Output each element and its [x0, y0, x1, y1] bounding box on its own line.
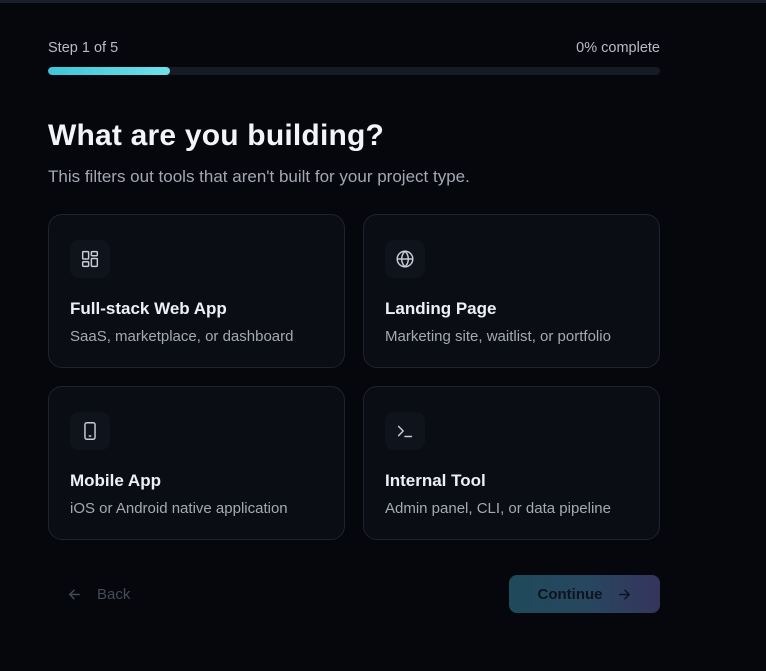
complete-label: 0% complete	[576, 40, 660, 56]
progress-bar	[48, 67, 660, 75]
option-card-full-stack-web-app[interactable]: Full-stack Web App SaaS, marketplace, or…	[48, 214, 345, 368]
back-button-label: Back	[97, 585, 131, 603]
arrow-left-icon	[69, 589, 80, 599]
grid-icon	[70, 240, 110, 278]
option-description: iOS or Android native application	[70, 500, 288, 517]
option-card-internal-tool[interactable]: Internal Tool Admin panel, CLI, or data …	[363, 386, 660, 540]
option-title: Mobile App	[70, 471, 161, 490]
progress-header: Step 1 of 5 0% complete	[48, 38, 660, 58]
page-title: What are you building?	[48, 119, 385, 152]
option-title: Landing Page	[385, 299, 497, 318]
arrow-right-icon	[618, 589, 630, 599]
option-title: Full-stack Web App	[70, 299, 227, 318]
project-type-grid: Full-stack Web App SaaS, marketplace, or…	[48, 214, 660, 540]
option-card-mobile-app[interactable]: Mobile App iOS or Android native applica…	[48, 386, 345, 540]
wizard-footer: Back Continue	[48, 575, 660, 613]
continue-button-label: Continue	[537, 585, 603, 603]
page-subtitle: This filters out tools that aren't built…	[48, 167, 470, 186]
top-divider	[0, 0, 766, 3]
step-label: Step 1 of 5	[48, 40, 119, 56]
wizard-container: Step 1 of 5 0% complete What are you bui…	[48, 38, 660, 613]
phone-icon	[70, 412, 110, 450]
option-description: Marketing site, waitlist, or portfolio	[385, 328, 611, 345]
progress-bar-fill	[48, 67, 171, 75]
option-title: Internal Tool	[385, 471, 486, 490]
option-description: SaaS, marketplace, or dashboard	[70, 328, 294, 345]
option-description: Admin panel, CLI, or data pipeline	[385, 500, 611, 517]
globe-icon	[385, 240, 425, 278]
option-card-landing-page[interactable]: Landing Page Marketing site, waitlist, o…	[363, 214, 660, 368]
terminal-icon	[385, 412, 425, 450]
continue-button[interactable]: Continue	[509, 575, 660, 613]
back-button[interactable]: Back	[48, 575, 130, 613]
